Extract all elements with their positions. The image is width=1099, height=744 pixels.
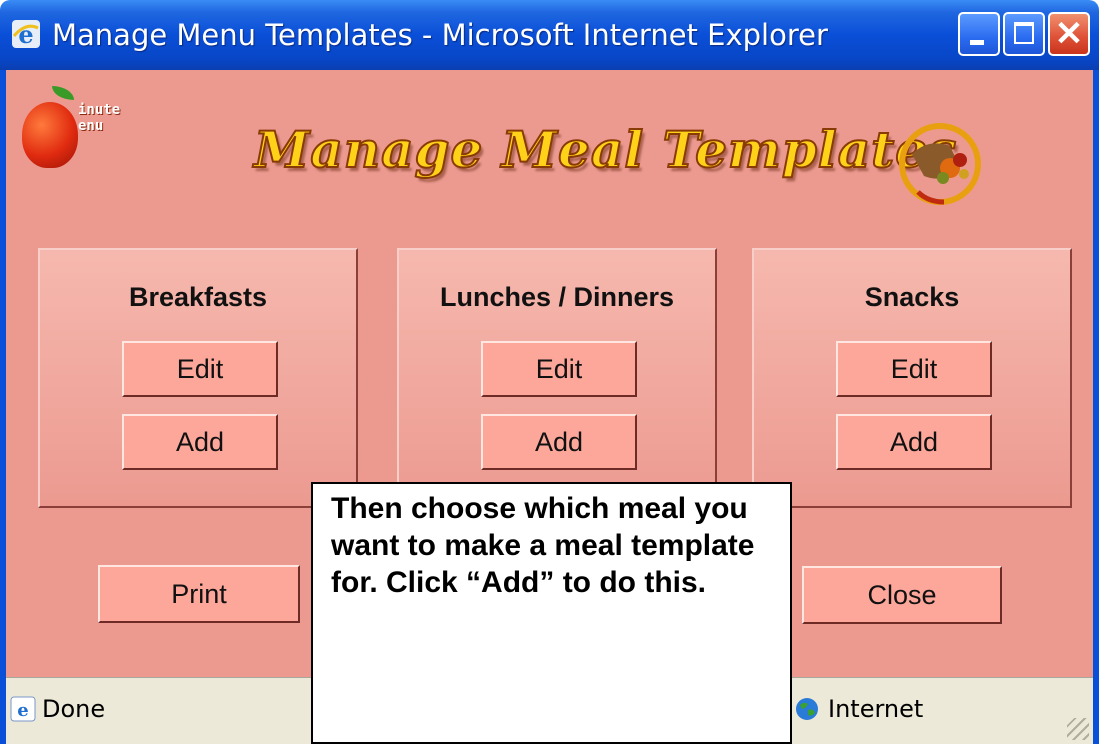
- minute-menu-logo: inute enu: [22, 82, 142, 182]
- panel-title-snacks: Snacks: [864, 282, 960, 312]
- instruction-callout: Then choose which meal you want to make …: [311, 482, 792, 744]
- window-frame-right: [1093, 70, 1099, 744]
- print-button[interactable]: Print: [98, 565, 300, 623]
- lunches-dinners-panel: Lunches / Dinners Edit Add: [397, 248, 717, 508]
- ie-page-icon: e: [10, 696, 36, 722]
- close-button[interactable]: Close: [802, 566, 1002, 624]
- cornucopia-icon: [899, 123, 981, 205]
- close-icon: ✕: [1054, 15, 1084, 53]
- logo-text-line1: inute: [78, 102, 121, 118]
- add-lunches-dinners-button[interactable]: Add: [481, 414, 637, 470]
- add-snacks-button[interactable]: Add: [836, 414, 992, 470]
- maximize-icon: [1014, 22, 1034, 44]
- globe-icon: [796, 698, 818, 720]
- window-title-bar[interactable]: e Manage Menu Templates - Microsoft Inte…: [0, 0, 1099, 70]
- window-title: Manage Menu Templates - Microsoft Intern…: [52, 18, 828, 52]
- svg-text:e: e: [17, 700, 28, 721]
- minimize-icon: [970, 40, 984, 45]
- status-text: Done: [42, 695, 106, 723]
- leaf-icon: [52, 86, 74, 100]
- edit-breakfasts-button[interactable]: Edit: [122, 341, 278, 397]
- panel-title-lunches-dinners: Lunches / Dinners: [439, 282, 675, 312]
- panel-title-breakfasts: Breakfasts: [128, 282, 268, 312]
- snacks-panel: Snacks Edit Add: [752, 248, 1072, 508]
- add-breakfasts-button[interactable]: Add: [122, 414, 278, 470]
- svg-text:e: e: [18, 20, 33, 49]
- breakfasts-panel: Breakfasts Edit Add: [38, 248, 358, 508]
- minimize-button[interactable]: [958, 12, 1000, 56]
- security-zone-text: Internet: [828, 695, 924, 723]
- resize-grip[interactable]: [1067, 718, 1089, 740]
- logo-text: inute enu: [78, 102, 120, 134]
- close-window-button[interactable]: ✕: [1048, 12, 1090, 56]
- maximize-button[interactable]: [1003, 12, 1045, 56]
- logo-text-line2: enu: [78, 118, 104, 134]
- ie-icon: e: [12, 20, 40, 49]
- page-heading: Manage Meal Templates: [253, 119, 958, 180]
- edit-snacks-button[interactable]: Edit: [836, 341, 992, 397]
- edit-lunches-dinners-button[interactable]: Edit: [481, 341, 637, 397]
- apple-logo-icon: [22, 102, 78, 168]
- callout-text: Then choose which meal you want to make …: [331, 492, 755, 599]
